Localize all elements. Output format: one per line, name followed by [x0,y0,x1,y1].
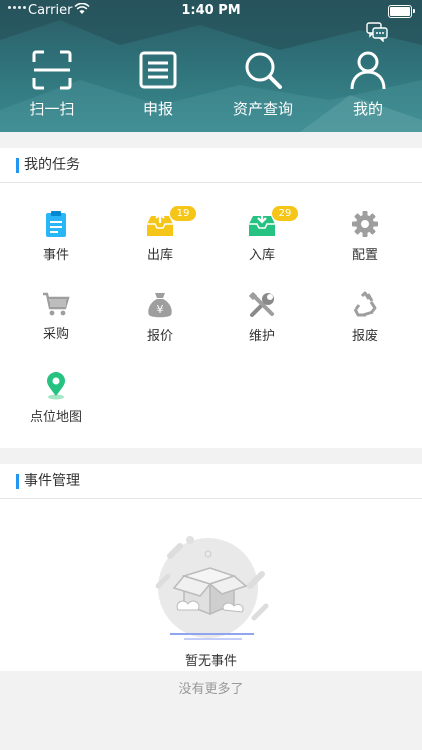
task-event-label: 事件 [42,248,69,263]
status-bar: Carrier 1:40 PM [0,0,422,22]
event-management-title: 事件管理 [0,464,422,499]
task-inbound-label: 入库 [248,248,275,263]
task-location-map-label: 点位地图 [29,410,82,425]
task-inbound[interactable]: 29 入库 [222,206,302,263]
battery-icon [388,5,415,18]
inbound-badge: 29 [272,206,298,221]
report-button[interactable]: 申报 [118,50,198,119]
my-profile-label: 我的 [352,100,383,118]
outbound-badge: 19 [170,206,196,221]
task-event[interactable]: 事件 [16,210,96,263]
task-config[interactable]: 配置 [325,210,405,263]
asset-search-label: 资产查询 [232,100,293,118]
report-icon [139,51,177,89]
scan-button[interactable]: 扫一扫 [12,50,92,119]
recycle-icon [353,291,377,317]
my-tasks-title: 我的任务 [0,148,422,183]
event-management-panel: 事件管理 [0,464,422,671]
money-bag-icon: ¥ [148,293,172,318]
task-purchase[interactable]: 采购 [16,291,96,342]
my-profile-button[interactable]: 我的 [328,50,408,119]
task-quote[interactable]: ¥ 报价 [120,291,200,344]
cart-icon [43,292,70,316]
user-icon [350,51,386,90]
asset-search-button[interactable]: 资产查询 [223,50,303,119]
search-icon [245,52,282,89]
empty-box-illustration [155,536,269,640]
task-quote-label: 报价 [146,329,173,344]
task-outbound-label: 出库 [146,248,173,263]
chat-icon[interactable] [366,22,388,42]
gear-icon [352,211,378,237]
empty-events-text: 暂无事件 [184,654,237,669]
scan-label: 扫一扫 [29,100,75,118]
task-scrap[interactable]: 报废 [325,291,405,344]
location-pin-icon [47,372,65,400]
task-outbound[interactable]: 19 出库 [120,206,200,263]
task-maintenance-label: 维护 [248,329,275,344]
header-banner: Carrier 1:40 PM 扫一扫 申报 资产查询 我的 [0,0,422,132]
svg-text:¥: ¥ [157,303,164,316]
scan-icon [32,50,72,90]
my-tasks-panel: 我的任务 事件 19 出库 29 入库 配置 采购 ¥ 报价 维护 报废 点位地… [0,148,422,448]
event-icon [46,211,66,237]
task-purchase-label: 采购 [42,327,69,342]
clock: 1:40 PM [181,3,241,18]
task-config-label: 配置 [351,248,378,263]
task-location-map[interactable]: 点位地图 [16,372,96,425]
no-more-footer: 没有更多了 [0,671,422,711]
task-scrap-label: 报废 [351,329,378,344]
task-maintenance[interactable]: 维护 [222,291,302,344]
report-label: 申报 [142,100,173,118]
tools-icon [249,292,274,317]
